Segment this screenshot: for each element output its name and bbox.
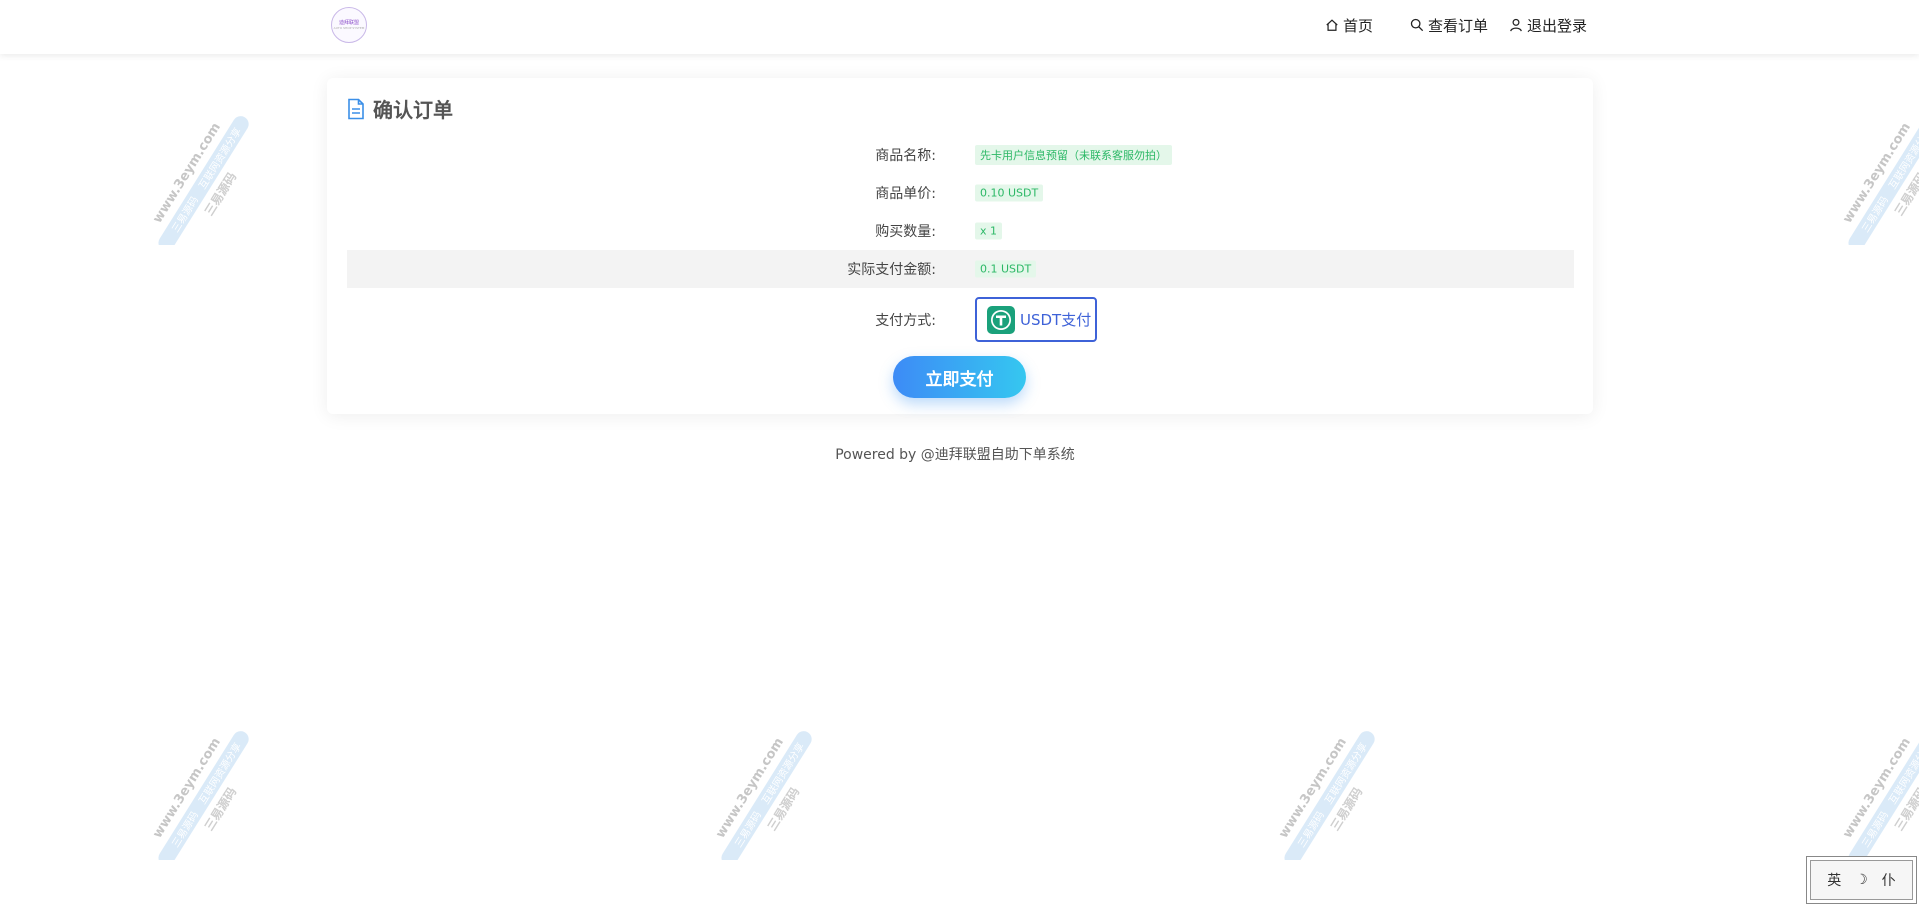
svg-text:三易源码: 三易源码 [1891,169,1919,218]
row-product-name: 商品名称: 先卡用户信息预留（未联系客服勿拍） [347,136,1574,174]
svg-text:www.3eym.com: www.3eym.com [713,735,787,841]
card-header: 确认订单 [347,94,453,123]
page: www.3eym.com 三易源码 互联网资源分享 三易源码 www.3eym.com 三… [0,0,1919,907]
svg-text:三易源码: 三易源码 [201,784,239,833]
watermark-stamp: www.3eym.com三易源码互联网资源分享三易源码 [110,720,270,866]
svg-text:三易源码: 三易源码 [1891,784,1919,833]
watermark-stamp: www.3eym.com三易源码互联网资源分享三易源码 [1800,720,1919,866]
watermark-stamp: www.3eym.com三易源码互联网资源分享三易源码 [1236,720,1396,866]
footer-powered-by: Powered by @迪拜联盟自助下单系统 [835,447,1075,463]
svg-text:互联网资源分享: 互联网资源分享 [759,740,807,806]
nav-orders-label: 查看订单 [1428,16,1489,35]
row-payment-method: 支付方式: [347,300,1574,340]
corner-stamp-seal: 英 ☽ 仆 [1810,860,1913,900]
search-icon [1410,18,1424,32]
usdt-coin-icon [987,305,1015,334]
nav-home-label: 首页 [1343,16,1374,35]
product-name-label: 商品名称: [875,148,936,164]
usdt-payment-option[interactable]: USDT支付 [975,297,1097,342]
svg-text:互联网资源分享: 互联网资源分享 [1886,125,1919,191]
svg-text:三易源码: 三易源码 [1859,194,1891,235]
svg-text:www.3eym.com: www.3eym.com [1276,735,1350,841]
svg-text:三易源码: 三易源码 [732,809,764,850]
svg-text:三易源码: 三易源码 [1295,809,1327,850]
row-quantity: 购买数量: x 1 [347,212,1574,250]
product-name-value: 先卡用户信息预留（未联系客服勿拍） [975,145,1172,165]
top-navbar: 迪拜联盟 AUTO SHOP SYSTEM 首页 查看订单 退出登录 [0,0,1919,54]
page-title: 确认订单 [373,98,453,122]
user-icon [1510,18,1522,32]
logo-subtext: AUTO SHOP SYSTEM [333,26,365,30]
svg-text:三易源码: 三易源码 [169,809,201,850]
row-unit-price: 商品单价: 0.10 USDT [347,174,1574,212]
svg-text:www.3eym.com: www.3eym.com [150,735,224,841]
svg-text:www.3eym.com: www.3eym.com [150,120,224,226]
svg-text:互联网资源分享: 互联网资源分享 [196,740,244,806]
nav-orders[interactable]: 查看订单 [1410,14,1488,36]
payment-method-label: 支付方式: [875,313,936,329]
home-icon [1326,19,1338,31]
svg-text:www.3eym.com: www.3eym.com [1840,120,1914,226]
nav-logout[interactable]: 退出登录 [1509,14,1587,36]
nav-home[interactable]: 首页 [1325,14,1373,36]
nav-logout-label: 退出登录 [1527,16,1588,35]
unit-price-value: 0.10 USDT [975,184,1044,202]
quantity-value: x 1 [975,222,1003,240]
quantity-label: 购买数量: [875,224,936,240]
svg-text:三易源码: 三易源码 [169,194,201,235]
pay-now-button[interactable]: 立即支付 [893,356,1026,398]
site-logo[interactable]: 迪拜联盟 AUTO SHOP SYSTEM [331,7,367,43]
usdt-payment-label: USDT支付 [1020,311,1092,329]
document-icon [348,98,364,119]
stamp-char-1: 英 [1827,873,1842,889]
stamp-char-2: ☽ [1855,872,1868,888]
watermark-stamp: www.3eym.com三易源码互联网资源分享三易源码 [673,720,833,866]
svg-text:三易源码: 三易源码 [764,784,802,833]
stamp-char-3: 仆 [1881,873,1896,889]
svg-text:互联网资源分享: 互联网资源分享 [1322,740,1370,806]
svg-text:三易源码: 三易源码 [1859,809,1891,850]
watermark-stamp: www.3eym.com三易源码互联网资源分享三易源码 [1800,105,1919,251]
row-total-amount: 实际支付金额: 0.1 USDT [347,250,1574,288]
order-confirm-card: 确认订单 商品名称: 先卡用户信息预留（未联系客服勿拍） 商品单价: 0.10 … [327,78,1593,414]
watermark-stamp: www.3eym.com三易源码互联网资源分享三易源码 [110,105,270,251]
svg-text:互联网资源分享: 互联网资源分享 [1886,740,1919,806]
total-amount-label: 实际支付金额: [847,262,936,278]
total-amount-value: 0.1 USDT [975,260,1037,278]
svg-text:互联网资源分享: 互联网资源分享 [196,125,244,191]
svg-text:三易源码: 三易源码 [1327,784,1365,833]
unit-price-label: 商品单价: [875,186,936,202]
svg-text:www.3eym.com: www.3eym.com [1840,735,1914,841]
svg-text:三易源码: 三易源码 [201,169,239,218]
